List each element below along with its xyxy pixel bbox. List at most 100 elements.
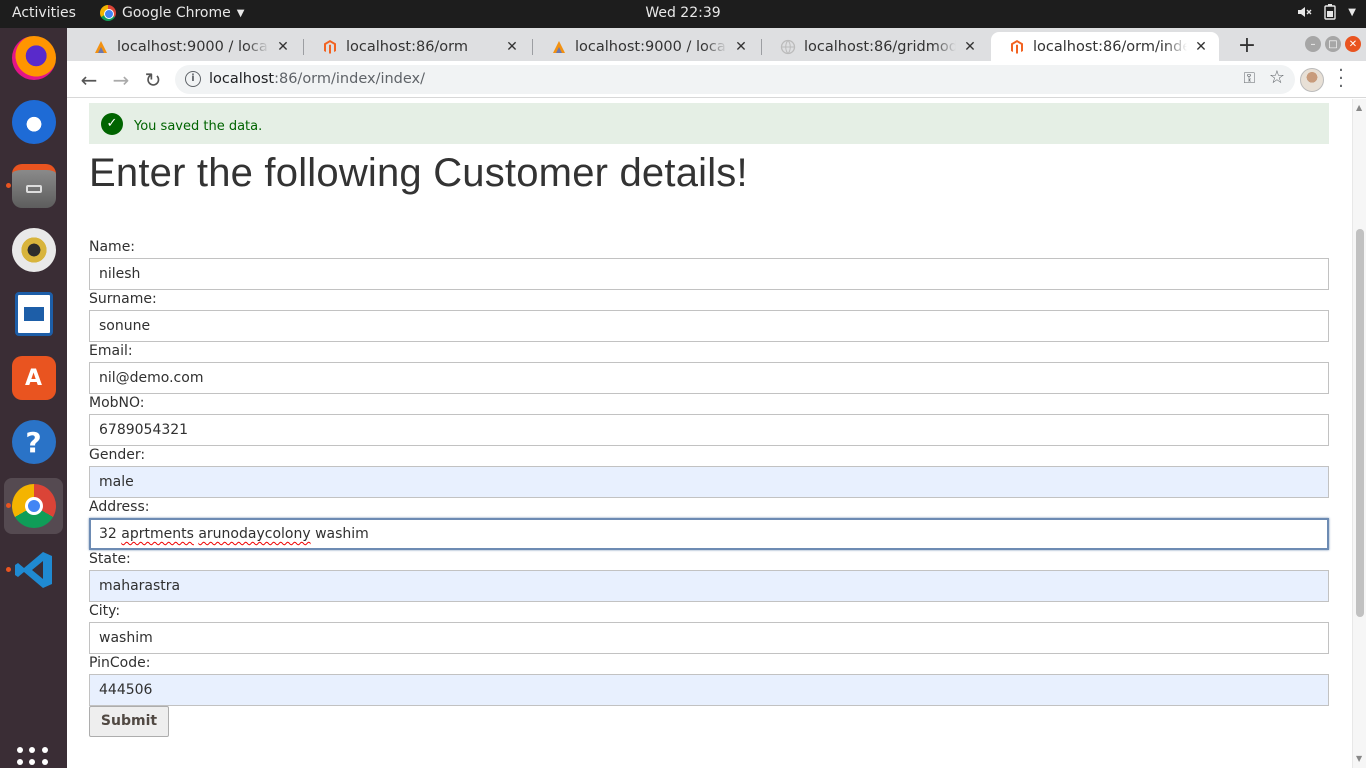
tab-phpmyadmin-1[interactable]: localhost:9000 / localhost ✕	[75, 32, 301, 61]
profile-avatar[interactable]	[1300, 68, 1324, 92]
address-text-part: washim	[310, 526, 369, 542]
state-label: State:	[89, 551, 131, 567]
battery-icon	[1324, 4, 1336, 20]
dock-item-help[interactable]: ?	[4, 414, 63, 470]
dock-item-software[interactable]: A	[4, 350, 63, 406]
tab-title: localhost:86/orm	[346, 38, 469, 55]
reload-button[interactable]: ↻	[140, 67, 166, 93]
address-label: Address:	[89, 499, 150, 515]
chevron-down-icon: ▼	[236, 7, 245, 19]
pincode-label: PinCode:	[89, 655, 151, 671]
scroll-down-arrow-icon[interactable]: ▼	[1356, 754, 1362, 763]
address-text-part: 32	[99, 526, 122, 542]
magento-icon	[324, 39, 336, 54]
name-input[interactable]: nilesh	[89, 258, 1329, 290]
dock-item-files[interactable]	[4, 158, 63, 214]
tab-strip: localhost:9000 / localhost ✕ localhost:8…	[67, 28, 1366, 61]
activities-button[interactable]: Activities	[12, 5, 76, 21]
url-path: :86/orm/index/index/	[274, 71, 426, 87]
page-title: Enter the following Customer details!	[89, 151, 748, 195]
show-applications-icon[interactable]	[17, 747, 49, 768]
thunderbird-icon	[11, 100, 56, 144]
dock-item-firefox[interactable]	[4, 30, 63, 86]
info-icon[interactable]: i	[185, 71, 201, 87]
app-menu-label: Google Chrome	[122, 5, 231, 21]
chrome-icon	[11, 484, 56, 528]
maximize-button[interactable]: □	[1325, 36, 1341, 52]
close-icon[interactable]: ✕	[504, 39, 520, 55]
page-content: ✓ You saved the data. Enter the followin…	[67, 99, 1352, 768]
page-scrollbar[interactable]: ▲ ▼	[1352, 99, 1366, 768]
dock: A ?	[0, 28, 67, 768]
forward-button[interactable]: →	[108, 67, 134, 93]
phpmyadmin-icon	[95, 40, 107, 53]
submit-button[interactable]: Submit	[89, 706, 169, 737]
surname-input[interactable]: sonune	[89, 310, 1329, 342]
tab-title: localhost:9000 / localhost	[117, 38, 269, 55]
dock-item-thunderbird[interactable]	[4, 94, 63, 150]
name-label: Name:	[89, 239, 136, 255]
state-input[interactable]: maharastra	[89, 570, 1329, 602]
browser-toolbar: ← → ↻ i localhost:86/orm/index/index/ ⚿ …	[67, 61, 1366, 98]
running-indicator	[6, 567, 11, 572]
scroll-up-arrow-icon[interactable]: ▲	[1356, 103, 1362, 112]
url-text: localhost:86/orm/index/index/	[209, 71, 425, 87]
address-input[interactable]: 32 aprtments arunodaycolony washim	[89, 518, 1329, 550]
minimize-button[interactable]: –	[1305, 36, 1321, 52]
document-icon	[14, 292, 53, 336]
mobno-label: MobNO:	[89, 395, 145, 411]
chevron-down-icon: ▼	[1348, 6, 1356, 18]
app-menu[interactable]: Google Chrome ▼	[100, 5, 244, 21]
volume-muted-icon	[1298, 7, 1312, 17]
checkmark-icon: ✓	[101, 113, 123, 135]
tab-orm-index-active[interactable]: localhost:86/orm/index/index/ ✕	[991, 32, 1219, 61]
close-icon[interactable]: ✕	[1193, 39, 1209, 55]
dock-item-rhythmbox[interactable]	[4, 222, 63, 278]
bookmark-star-icon[interactable]: ☆	[1269, 67, 1285, 88]
dock-item-writer[interactable]	[4, 286, 63, 342]
magento-icon	[1011, 39, 1023, 54]
system-tray[interactable]: ▼	[1296, 4, 1356, 20]
gender-label: Gender:	[89, 447, 146, 463]
scrollbar-thumb[interactable]	[1356, 229, 1364, 617]
pincode-input[interactable]: 444506	[89, 674, 1329, 706]
help-icon: ?	[11, 420, 56, 464]
tab-orm[interactable]: localhost:86/orm ✕	[304, 32, 530, 61]
tab-title: localhost:9000 / localhost	[575, 38, 727, 55]
city-label: City:	[89, 603, 121, 619]
shopping-bag-icon: A	[11, 356, 56, 400]
running-indicator	[6, 183, 11, 188]
dock-item-vscode[interactable]	[4, 542, 63, 598]
key-icon[interactable]: ⚿	[1244, 69, 1255, 87]
url-host: localhost	[209, 71, 275, 87]
email-input[interactable]: nil@demo.com	[89, 362, 1329, 394]
close-icon[interactable]: ✕	[962, 39, 978, 55]
dock-item-chrome[interactable]	[4, 478, 63, 534]
misspelled-word: aprtments	[121, 526, 194, 542]
chrome-icon	[100, 5, 116, 21]
back-button[interactable]: ←	[76, 67, 102, 93]
close-icon[interactable]: ✕	[275, 39, 291, 55]
firefox-icon	[11, 36, 56, 80]
surname-label: Surname:	[89, 291, 157, 307]
tab-phpmyadmin-2[interactable]: localhost:9000 / localhost ✕	[533, 32, 759, 61]
mobno-input[interactable]: 6789054321	[89, 414, 1329, 446]
more-menu-icon[interactable]: · · ·	[1331, 62, 1351, 96]
tab-gridmodule[interactable]: localhost:86/gridmodule ✕	[762, 32, 988, 61]
tab-title: localhost:86/gridmodule	[804, 38, 956, 55]
phpmyadmin-icon	[553, 40, 565, 53]
new-tab-button[interactable]: +	[1233, 33, 1261, 58]
files-icon	[11, 164, 56, 208]
gnome-top-bar: Activities Google Chrome ▼ Wed 22:39 ▼	[0, 0, 1366, 28]
close-icon[interactable]: ✕	[733, 39, 749, 55]
city-input[interactable]: washim	[89, 622, 1329, 654]
email-label: Email:	[89, 343, 133, 359]
gender-input[interactable]: male	[89, 466, 1329, 498]
vscode-icon	[14, 552, 52, 588]
success-message: ✓ You saved the data.	[89, 103, 1329, 144]
clock[interactable]: Wed 22:39	[645, 5, 720, 21]
misspelled-word: arunodaycolony	[198, 526, 311, 542]
address-bar[interactable]: i localhost:86/orm/index/index/ ⚿ ☆	[175, 65, 1295, 94]
close-window-button[interactable]: ✕	[1345, 36, 1361, 52]
success-message-text: You saved the data.	[134, 119, 263, 134]
